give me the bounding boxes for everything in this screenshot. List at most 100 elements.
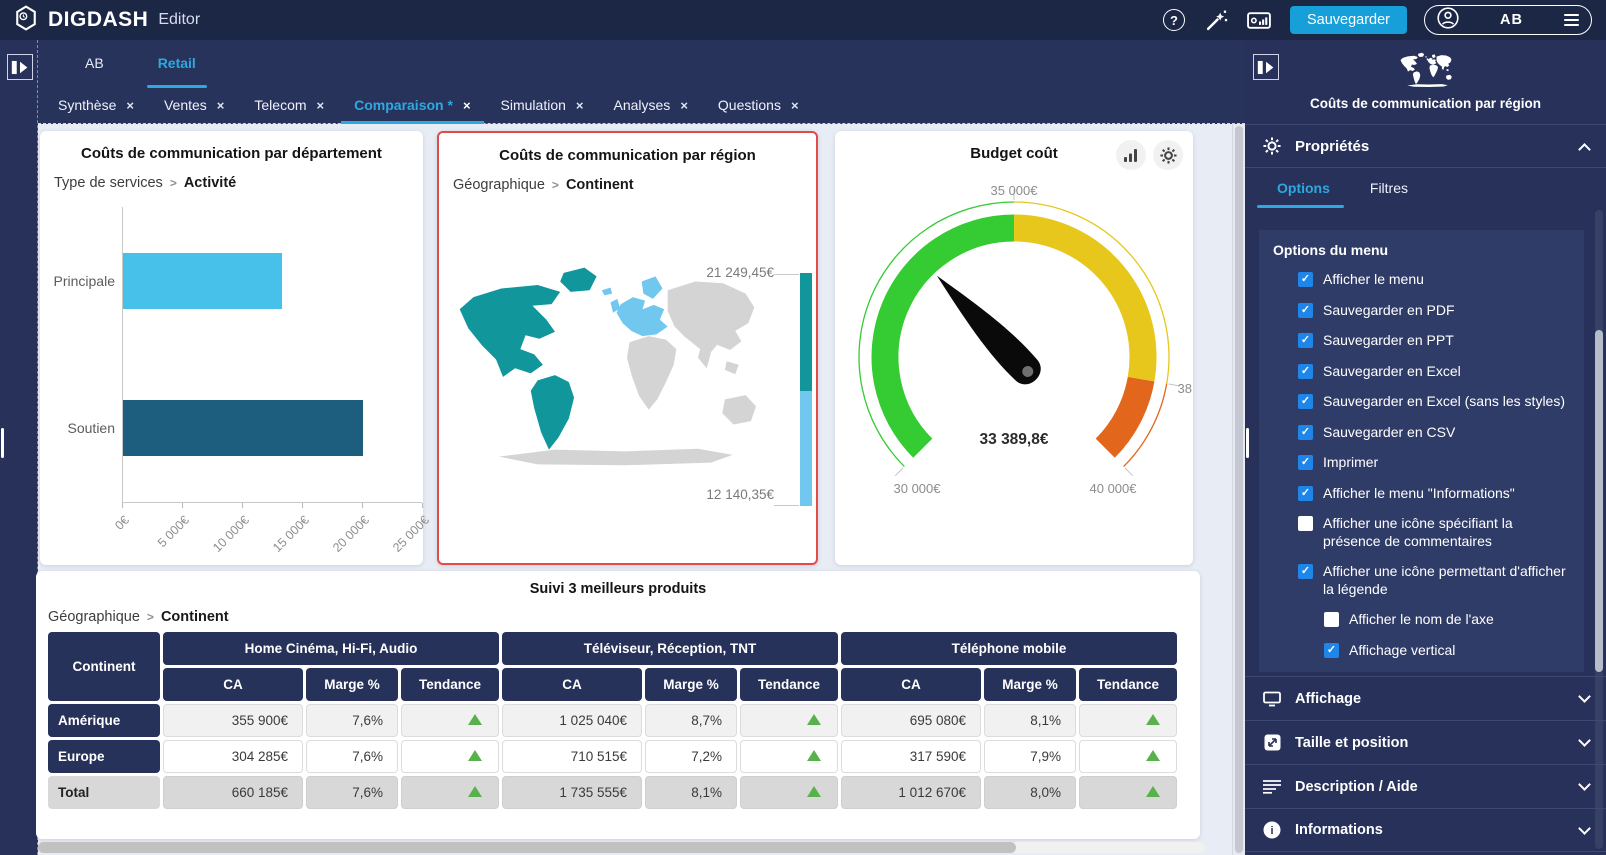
- save-button[interactable]: Sauvegarder: [1289, 6, 1407, 34]
- world-map[interactable]: [451, 245, 763, 481]
- expand-left-panel-icon[interactable]: [7, 54, 33, 80]
- option-checkbox-row[interactable]: ✓ Afficher une icône permettant d'affiche…: [1298, 563, 1572, 598]
- gauge-tick-clipped: 38: [1177, 381, 1192, 396]
- dashboard-tab-label: Ventes: [163, 97, 207, 113]
- breadcrumb-leaf[interactable]: Continent: [566, 177, 634, 193]
- breadcrumb-parent[interactable]: Géographique: [48, 609, 140, 625]
- workspace-vertical-scrollbar[interactable]: [1232, 124, 1245, 855]
- breadcrumb-leaf[interactable]: Activité: [184, 175, 236, 191]
- option-checkbox-row[interactable]: ✓ Afficher le menu "Informations": [1298, 485, 1572, 503]
- dashboard-tab[interactable]: Simulation ×: [486, 86, 599, 124]
- chart-panel-departement[interactable]: Coûts de communication par département T…: [40, 131, 432, 565]
- close-tab-icon[interactable]: ×: [463, 98, 471, 113]
- bar-row: Principale: [54, 207, 422, 355]
- checkbox[interactable]: ✓: [1298, 424, 1313, 440]
- dashboard-tab-label: Comparaison *: [354, 97, 453, 113]
- table-sub-header: Marge %: [306, 668, 398, 701]
- dashboard-tab[interactable]: Questions ×: [703, 86, 814, 124]
- option-checkbox-row[interactable]: ✓ Affichage vertical: [1324, 642, 1572, 660]
- breadcrumb-leaf[interactable]: Continent: [161, 609, 229, 625]
- dashboard-tab[interactable]: Comparaison * ×: [339, 86, 485, 124]
- cell-tendance: [740, 740, 838, 773]
- user-menu[interactable]: AB: [1424, 5, 1592, 35]
- chart-panel-region-selected[interactable]: Coûts de communication par région Géogra…: [437, 131, 818, 565]
- dashboard-tab-label: Telecom: [254, 97, 307, 113]
- option-checkbox-row[interactable]: ✓ Sauvegarder en Excel (sans les styles): [1298, 393, 1572, 411]
- axis-tick: [122, 503, 123, 508]
- close-tab-icon[interactable]: ×: [217, 98, 225, 113]
- close-tab-icon[interactable]: ×: [317, 98, 325, 113]
- chart-panel-budget[interactable]: Budget coût 35 000€ 30 000€ 40 000€ 38 3…: [835, 131, 1193, 565]
- collapse-right-panel-icon[interactable]: [1253, 54, 1279, 80]
- properties-tab-filtres[interactable]: Filtres: [1350, 168, 1428, 208]
- main-tab[interactable]: AB: [58, 40, 131, 86]
- properties-tab-options[interactable]: Options: [1257, 168, 1350, 208]
- option-checkbox-row[interactable]: Afficher une icône spécifiant la présenc…: [1298, 515, 1572, 550]
- option-checkbox-row[interactable]: ✓ Sauvegarder en CSV: [1298, 424, 1572, 442]
- checkbox[interactable]: [1324, 612, 1339, 627]
- bar-x-axis: 0€ 5 000€ 10 000€ 15 000€ 20 000€ 25 000€: [112, 503, 432, 563]
- option-checkbox-row[interactable]: Afficher le nom de l'axe: [1324, 611, 1572, 629]
- dashboard-tab[interactable]: Telecom ×: [239, 86, 339, 124]
- checkbox[interactable]: ✓: [1298, 485, 1313, 501]
- sidebar-sections: Affichage Taille et position Description /…: [1245, 676, 1606, 852]
- main-tab[interactable]: Retail: [131, 40, 223, 88]
- bar-soutien[interactable]: [123, 400, 364, 457]
- dashboard-tab[interactable]: Analyses ×: [599, 86, 703, 124]
- checkbox[interactable]: ✓: [1298, 455, 1313, 470]
- options-group-title: Options du menu: [1273, 242, 1389, 258]
- magic-wand-icon[interactable]: [1204, 7, 1230, 33]
- breadcrumb-parent[interactable]: Type de services: [54, 175, 163, 191]
- cell-ca: 660 185€: [163, 776, 303, 809]
- checkbox[interactable]: ✓: [1298, 333, 1313, 348]
- resize-icon: [1262, 734, 1282, 751]
- close-tab-icon[interactable]: ×: [680, 98, 688, 113]
- cell-tendance: [401, 704, 499, 737]
- workspace-scrollbar-thumb[interactable]: [1235, 126, 1243, 853]
- option-checkbox-row[interactable]: ✓ Sauvegarder en PPT: [1298, 332, 1572, 350]
- media-library-icon[interactable]: [1247, 7, 1273, 33]
- main-tab-label: Retail: [157, 55, 196, 71]
- main-tab-label: AB: [85, 55, 104, 71]
- checkbox[interactable]: ✓: [1298, 564, 1313, 579]
- table-panel-produits[interactable]: Suivi 3 meilleurs produits Géographique …: [36, 571, 1200, 839]
- left-resize-handle[interactable]: [1, 428, 4, 458]
- dashboard-tab[interactable]: Synthèse ×: [43, 86, 149, 124]
- dashboard-tab[interactable]: Ventes ×: [149, 86, 239, 124]
- checkbox[interactable]: ✓: [1298, 394, 1313, 409]
- option-checkbox-row[interactable]: ✓ Sauvegarder en PDF: [1298, 302, 1572, 320]
- cell-marge: 8,7%: [645, 704, 737, 737]
- option-checkbox-row[interactable]: ✓ Sauvegarder en Excel: [1298, 363, 1572, 381]
- trend-up-icon: [1146, 786, 1160, 797]
- dashboard-tab-bar: Synthèse × Ventes × Telecom × Comparaison * × Si…: [38, 86, 1245, 124]
- checkbox[interactable]: ✓: [1298, 363, 1313, 379]
- checkbox[interactable]: ✓: [1298, 302, 1313, 318]
- horizontal-scrollbar[interactable]: [38, 842, 1205, 853]
- close-tab-icon[interactable]: ×: [791, 98, 799, 113]
- checkbox[interactable]: [1298, 516, 1313, 531]
- sidebar-scrollbar-thumb[interactable]: [1595, 330, 1603, 672]
- cell-tendance: [401, 776, 499, 809]
- close-tab-icon[interactable]: ×: [576, 98, 584, 113]
- bar-principale[interactable]: [123, 252, 283, 309]
- section-informations[interactable]: i Informations: [1245, 808, 1606, 852]
- chart-title: Coûts de communication par région: [499, 147, 756, 164]
- section-affichage[interactable]: Affichage: [1245, 676, 1606, 720]
- option-label: Afficher le nom de l'axe: [1349, 611, 1494, 627]
- checkbox[interactable]: ✓: [1298, 272, 1313, 287]
- checkbox[interactable]: ✓: [1324, 642, 1339, 658]
- option-checkbox-row[interactable]: ✓ Imprimer: [1298, 454, 1572, 472]
- trend-up-icon: [807, 786, 821, 797]
- section-description-aide[interactable]: Description / Aide: [1245, 764, 1606, 808]
- option-checkbox-row[interactable]: ✓ Afficher le menu: [1298, 271, 1572, 289]
- trend-up-icon: [468, 750, 482, 761]
- section-taille-et-position[interactable]: Taille et position: [1245, 720, 1606, 764]
- section-proprietes[interactable]: Propriétés: [1245, 125, 1606, 167]
- cell-marge: 8,0%: [984, 776, 1076, 809]
- horizontal-scrollbar-thumb[interactable]: [38, 842, 1016, 853]
- help-icon[interactable]: ?: [1161, 7, 1187, 33]
- right-resize-handle[interactable]: [1246, 428, 1249, 458]
- breadcrumb-parent[interactable]: Géographique: [453, 177, 545, 193]
- trend-up-icon: [1146, 714, 1160, 725]
- close-tab-icon[interactable]: ×: [126, 98, 134, 113]
